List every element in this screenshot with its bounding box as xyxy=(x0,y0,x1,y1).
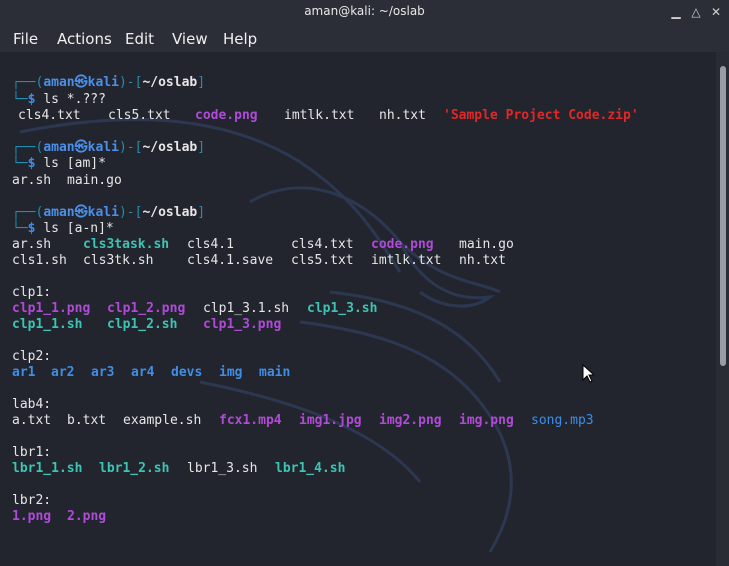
file-entry: img.png xyxy=(459,413,514,428)
menu-help[interactable]: Help xyxy=(223,30,257,48)
prompt-path: ~/oslab xyxy=(142,75,198,90)
file-entry: song.mp3 xyxy=(531,413,594,428)
file-entry: cls3tk.sh xyxy=(83,253,154,268)
file-entry: lbr1_1.sh xyxy=(12,461,83,476)
file-entry: imtlk.txt xyxy=(371,253,442,268)
command-line: └─$ ls [am]* xyxy=(12,156,106,171)
directory-entry: img xyxy=(219,365,243,380)
file-entry: a.txt xyxy=(12,413,52,428)
file-entry: clp1_1.png xyxy=(12,301,91,316)
prompt-user: aman xyxy=(43,140,75,155)
scrollbar-thumb[interactable] xyxy=(720,66,726,366)
file-entry: cls5.txt xyxy=(291,253,354,268)
prompt-user: aman xyxy=(43,75,75,90)
file-entry: code.png xyxy=(195,108,258,123)
file-entry: cls4.txt xyxy=(18,108,81,123)
prompt-path: ~/oslab xyxy=(142,140,198,155)
close-icon[interactable]: ✕ xyxy=(708,4,724,20)
file-entry: cls3task.sh xyxy=(83,237,170,252)
minimize-icon[interactable]: ▁ xyxy=(668,4,684,20)
file-entry: fcx1.mp4 xyxy=(219,413,282,428)
menu-view[interactable]: View xyxy=(172,30,208,48)
file-entry: ar.sh xyxy=(12,173,52,188)
file-entry: clp1_2.png xyxy=(107,301,186,316)
file-entry: cls5.txt xyxy=(108,108,171,123)
directory-entry: ar1 xyxy=(12,365,36,380)
file-entry: ar.sh xyxy=(12,237,52,252)
file-entry: lbr1_2.sh xyxy=(99,461,170,476)
terminal-window: aman@kali: ~/oslab ▁ △ ✕ File Actions Ed… xyxy=(0,0,729,566)
file-entry: img1.jpg xyxy=(299,413,362,428)
file-entry: img2.png xyxy=(379,413,442,428)
window-title: aman@kali: ~/oslab xyxy=(304,4,425,18)
file-entry: 2.png xyxy=(67,509,107,524)
directory-header: lbr1: xyxy=(12,445,52,460)
directory-header: clp2: xyxy=(12,349,52,364)
directory-header: lab4: xyxy=(12,397,52,412)
command-line: └─$ ls [a-n]* xyxy=(12,221,114,236)
file-entry: lbr1_3.sh xyxy=(187,461,258,476)
file-entry: nh.txt xyxy=(459,253,506,268)
mouse-pointer-icon xyxy=(582,364,594,383)
file-entry: cls4.txt xyxy=(291,237,354,252)
menu-bar: File Actions Edit View Help xyxy=(0,24,729,52)
command-text: ls [am]* xyxy=(43,156,106,171)
file-entry: example.sh xyxy=(123,413,202,428)
file-entry: clp1_3.1.sh xyxy=(203,301,290,316)
file-entry: 'Sample Project Code.zip' xyxy=(443,108,639,123)
file-entry: clp1_2.sh xyxy=(107,317,178,332)
file-entry: cls1.sh xyxy=(12,253,67,268)
maximize-icon[interactable]: △ xyxy=(688,4,704,20)
file-entry: clp1_3.sh xyxy=(307,301,378,316)
file-entry: b.txt xyxy=(67,413,107,428)
prompt-line: ┌──(aman㉿kali)-[~/oslab] xyxy=(12,140,206,155)
file-entry: main.go xyxy=(459,237,514,252)
prompt-host: kali xyxy=(87,140,119,155)
directory-entry: ar2 xyxy=(51,365,75,380)
command-text: ls *.??? xyxy=(43,92,106,107)
file-entry: clp1_1.sh xyxy=(12,317,83,332)
menu-file[interactable]: File xyxy=(13,30,38,48)
prompt-host: kali xyxy=(87,75,119,90)
file-entry: clp1_3.png xyxy=(203,317,282,332)
file-entry: cls4.1 xyxy=(187,237,234,252)
prompt-user: aman xyxy=(43,205,75,220)
terminal-output[interactable]: ┌──(aman㉿kali)-[~/oslab] └─$ ls *.??? cl… xyxy=(0,52,716,566)
file-entry: cls4.1.save xyxy=(187,253,274,268)
directory-entry: ar3 xyxy=(91,365,115,380)
directory-entry: ar4 xyxy=(131,365,155,380)
directory-header: clp1: xyxy=(12,285,52,300)
file-entry: main.go xyxy=(67,173,122,188)
prompt-line: ┌──(aman㉿kali)-[~/oslab] xyxy=(12,205,206,220)
file-entry: lbr1_4.sh xyxy=(275,461,346,476)
command-text: ls [a-n]* xyxy=(43,221,114,236)
menu-edit[interactable]: Edit xyxy=(125,30,154,48)
prompt-line: ┌──(aman㉿kali)-[~/oslab] xyxy=(12,75,206,90)
file-entry: 1.png xyxy=(12,509,52,524)
file-entry: nh.txt xyxy=(379,108,426,123)
directory-entry: main xyxy=(259,365,291,380)
prompt-host: kali xyxy=(87,205,119,220)
file-entry: code.png xyxy=(371,237,434,252)
menu-actions[interactable]: Actions xyxy=(57,30,112,48)
title-bar: aman@kali: ~/oslab ▁ △ ✕ xyxy=(0,0,729,24)
directory-header: lbr2: xyxy=(12,493,52,508)
file-entry: imtlk.txt xyxy=(284,108,355,123)
directory-entry: devs xyxy=(171,365,203,380)
command-line: └─$ ls *.??? xyxy=(12,92,106,107)
prompt-path: ~/oslab xyxy=(142,205,198,220)
